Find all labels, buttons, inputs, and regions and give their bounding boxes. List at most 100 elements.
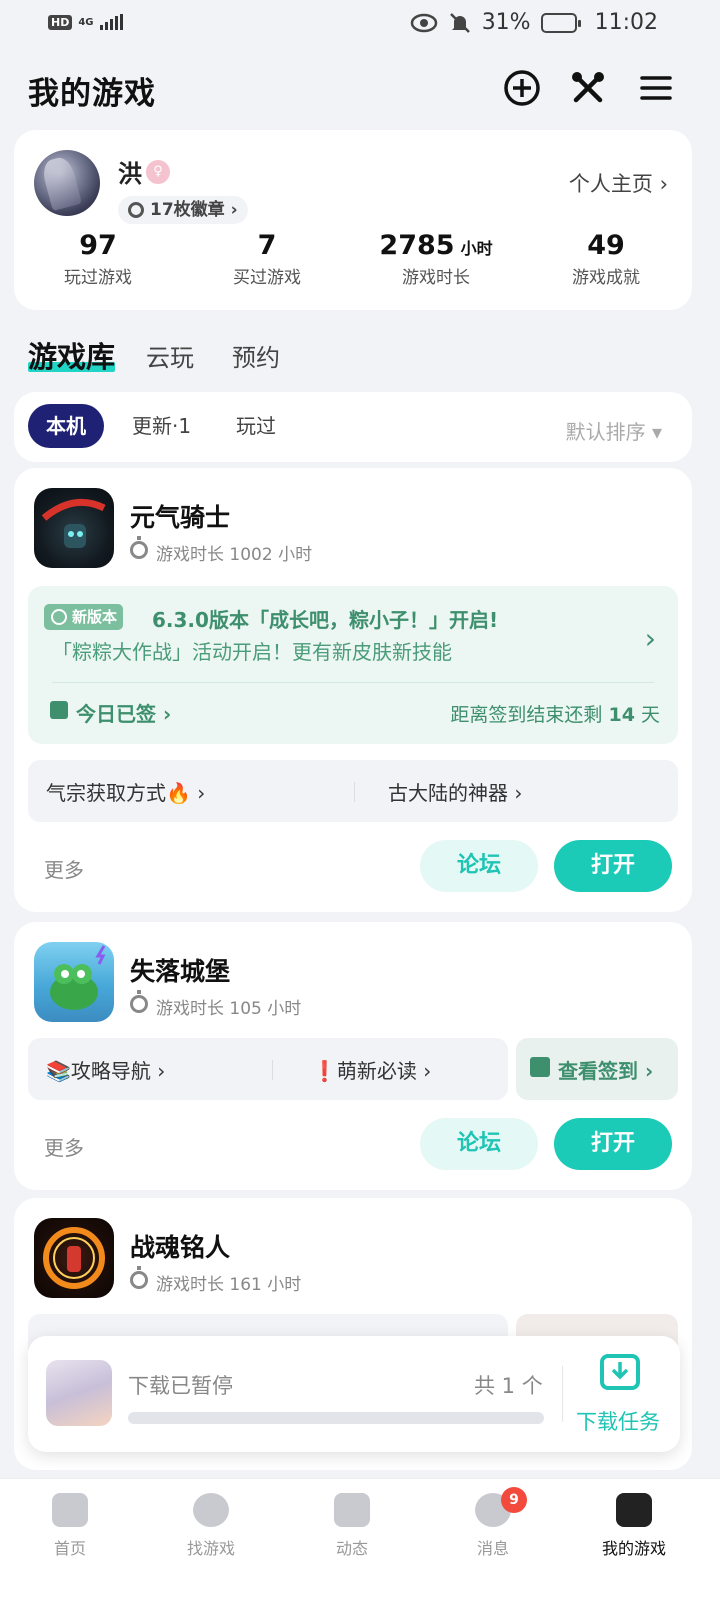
- game-title[interactable]: 战魂铭人: [130, 1228, 230, 1264]
- game-title[interactable]: 失落城堡: [130, 952, 230, 988]
- stat-value: 49: [587, 230, 625, 261]
- playtime-label: 游戏时长 161 小时: [156, 1275, 302, 1295]
- network-type: 4G: [78, 16, 94, 28]
- lost-castle-art-icon: [50, 945, 106, 1010]
- status-bar: HD 4G 31% 11:02: [0, 0, 720, 50]
- stat-unit: 小时: [460, 239, 493, 258]
- game-playtime: 游戏时长 105 小时: [130, 990, 302, 1019]
- forum-button[interactable]: 论坛: [420, 840, 538, 892]
- game-icon[interactable]: [34, 1218, 114, 1298]
- game-playtime: 游戏时长 161 小时: [130, 1266, 302, 1295]
- nav-home[interactable]: 首页: [20, 1493, 120, 1559]
- user-name: 洪: [118, 160, 142, 188]
- stat-value: 7: [257, 230, 277, 261]
- medal-count-label: 17枚徽章 ›: [150, 200, 238, 220]
- home-icon: [52, 1493, 88, 1527]
- stopwatch-icon: [130, 536, 148, 559]
- gift-icon: [530, 1057, 550, 1077]
- link-qizong[interactable]: 气宗获取方式🔥 ›: [46, 777, 205, 806]
- quick-links: 气宗获取方式🔥 › 古大陆的神器 ›: [28, 760, 678, 822]
- gamepad-icon: [616, 1493, 652, 1527]
- link-ancient-artifact[interactable]: 古大陆的神器 ›: [388, 777, 522, 806]
- news-subtitle: 「粽粽大作战」活动开启！更有新皮肤新技能: [52, 640, 452, 664]
- game-title[interactable]: 元气骑士: [130, 498, 230, 534]
- filter-bar: 本机 更新·1 玩过 默认排序 ▾: [14, 392, 692, 462]
- forum-button[interactable]: 论坛: [420, 1118, 538, 1170]
- divider: [272, 1060, 273, 1080]
- filter-updates[interactable]: 更新·1: [114, 404, 209, 448]
- tab-game-library[interactable]: 游戏库: [28, 334, 116, 376]
- signal-icon: [99, 14, 123, 30]
- stopwatch-icon: [130, 1266, 148, 1289]
- nav-my-games[interactable]: 我的游戏: [584, 1493, 684, 1559]
- signin-remaining: 距离签到结束还剩 14 天: [450, 700, 660, 727]
- playtime-label: 游戏时长 1002 小时: [156, 545, 313, 565]
- profile-home-link[interactable]: 个人主页 ›: [569, 168, 668, 198]
- app-header: 我的游戏: [0, 60, 720, 120]
- sort-dropdown[interactable]: 默认排序 ▾: [566, 416, 662, 445]
- tab-reservation[interactable]: 预约: [232, 338, 280, 373]
- game-icon[interactable]: [34, 942, 114, 1022]
- download-count: 共 1 个: [474, 1374, 543, 1398]
- remain-suffix: 天: [640, 704, 660, 726]
- nav-home-label: 首页: [53, 1539, 86, 1558]
- planet-icon: [193, 1493, 229, 1527]
- medal-count-link[interactable]: 17枚徽章 ›: [118, 196, 248, 224]
- remain-prefix: 距离签到结束还剩: [450, 704, 603, 726]
- nav-feed[interactable]: 动态: [302, 1493, 402, 1559]
- game-card-lost-castle: 失落城堡 游戏时长 105 小时 📚攻略导航 › ❗萌新必读 › 查看签到 › …: [14, 922, 692, 1190]
- bottom-nav: 首页 找游戏 动态 9 消息 我的游戏: [0, 1478, 720, 1600]
- page-title: 我的游戏: [28, 76, 156, 112]
- avatar[interactable]: [34, 150, 100, 216]
- filter-local[interactable]: 本机: [28, 404, 104, 448]
- view-signin-button[interactable]: 查看签到 ›: [516, 1038, 678, 1100]
- open-button[interactable]: 打开: [554, 1118, 672, 1170]
- playtime-label: 游戏时长 105 小时: [156, 999, 302, 1019]
- stat-label: 买过游戏: [233, 268, 301, 288]
- eye-icon: [410, 13, 437, 32]
- download-status: 下载已暂停: [128, 1374, 233, 1398]
- battery-icon: [540, 12, 581, 33]
- profile-card: 洪 ♀ 17枚徽章 › 个人主页 › 97 玩过游戏 7 买过游戏 2785 小时…: [14, 130, 692, 310]
- nav-feed-label: 动态: [335, 1539, 368, 1558]
- stat-value: 97: [79, 230, 117, 261]
- more-link[interactable]: 更多: [44, 854, 84, 883]
- more-link[interactable]: 更多: [44, 1132, 84, 1161]
- unread-badge: 9: [501, 1487, 527, 1513]
- filter-played[interactable]: 玩过: [218, 404, 294, 448]
- status-left: HD 4G: [48, 14, 123, 30]
- feed-icon: [334, 1493, 370, 1527]
- game-playtime: 游戏时长 1002 小时: [130, 536, 313, 565]
- stat-value: 2785: [379, 230, 455, 261]
- tools-icon[interactable]: [568, 68, 608, 108]
- tab-cloud-play[interactable]: 云玩: [146, 338, 194, 373]
- news-headline: 6.3.0版本「成长吧，粽小子！」开启!: [152, 608, 499, 632]
- download-panel[interactable]: 下载已暂停 共 1 个 下载任务: [28, 1336, 680, 1452]
- clock: 11:02: [594, 10, 658, 35]
- game-icon[interactable]: [34, 488, 114, 568]
- link-newbie-read[interactable]: ❗萌新必读 ›: [312, 1055, 431, 1084]
- download-task-icon[interactable]: [600, 1354, 640, 1390]
- nav-messages[interactable]: 9 消息: [443, 1487, 543, 1559]
- menu-icon[interactable]: [636, 68, 676, 108]
- stat-bought-games[interactable]: 7 买过游戏: [187, 230, 347, 288]
- new-version-tag: 新版本: [44, 604, 124, 630]
- nav-find-games-label: 找游戏: [186, 1539, 235, 1558]
- update-news-panel[interactable]: 新版本 6.3.0版本「成长吧，粽小子！」开启! 「粽粽大作战」活动开启！更有新…: [28, 586, 678, 744]
- signed-today-link[interactable]: 今日已签 ›: [50, 698, 171, 727]
- nav-find-games[interactable]: 找游戏: [161, 1493, 261, 1559]
- add-icon[interactable]: [502, 68, 542, 108]
- link-guide-nav[interactable]: 📚攻略导航 ›: [46, 1055, 165, 1084]
- remain-days: 14: [608, 704, 635, 726]
- chevron-right-icon: ›: [644, 622, 656, 655]
- divider: [354, 782, 355, 802]
- stat-label: 玩过游戏: [64, 268, 132, 288]
- game-card-soul-knight: 元气骑士 游戏时长 1002 小时 新版本 6.3.0版本「成长吧，粽小子！」开…: [14, 468, 692, 912]
- open-button[interactable]: 打开: [554, 840, 672, 892]
- download-task-label[interactable]: 下载任务: [576, 1406, 660, 1436]
- bell-muted-icon: [449, 12, 470, 33]
- stat-played-games[interactable]: 97 玩过游戏: [18, 230, 178, 288]
- stat-play-time[interactable]: 2785 小时 游戏时长: [356, 230, 516, 288]
- stat-achievements[interactable]: 49 游戏成就: [526, 230, 686, 288]
- hd-indicator: HD: [48, 14, 73, 30]
